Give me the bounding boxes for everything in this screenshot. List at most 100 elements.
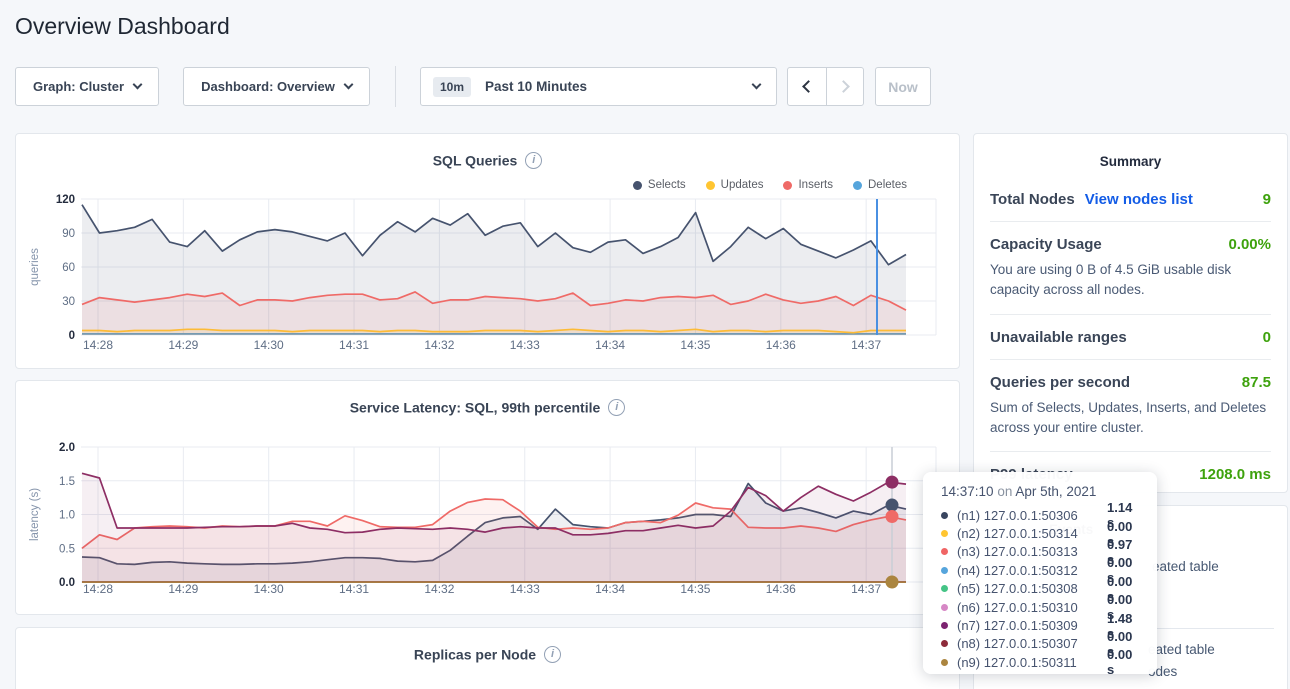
summary-stat-total-nodes: Total Nodes View nodes list 9: [990, 177, 1271, 221]
time-pager: [787, 67, 864, 106]
sql-queries-chart[interactable]: 030609012014:2814:2914:3014:3114:3214:33…: [16, 134, 959, 368]
svg-text:14:30: 14:30: [254, 338, 284, 352]
next-time-button-disabled[interactable]: [826, 68, 864, 105]
svg-text:14:33: 14:33: [510, 582, 540, 596]
info-icon[interactable]: [544, 646, 561, 663]
svg-text:1.5: 1.5: [59, 476, 75, 488]
node-color-dot: [941, 622, 948, 629]
info-icon[interactable]: [608, 399, 625, 416]
chevron-down-icon: [752, 80, 762, 90]
chevron-down-icon: [133, 80, 143, 90]
svg-text:14:36: 14:36: [766, 582, 796, 596]
node-color-dot: [941, 530, 948, 537]
chart-title-sql-queries: SQL Queries: [16, 151, 959, 169]
chart-title-service-latency: Service Latency: SQL, 99th percentile: [16, 398, 959, 416]
svg-text:14:28: 14:28: [83, 338, 113, 352]
svg-text:14:29: 14:29: [168, 338, 198, 352]
stat-description: Sum of Selects, Updates, Inserts, and De…: [990, 398, 1276, 439]
legend-item-updates[interactable]: Updates: [706, 179, 764, 191]
stat-value: 0.00%: [1228, 236, 1271, 253]
chart-hover-tooltip: 14:37:10 on Apr 5th, 2021 (n1) 127.0.0.1…: [923, 472, 1157, 674]
node-color-dot: [941, 567, 948, 574]
node-address: (n1) 127.0.0.1:50306: [957, 508, 1103, 523]
svg-text:14:34: 14:34: [595, 338, 625, 352]
sql-queries-chart-card: SQL Queries Selects Updates Inserts Deletes…: [15, 133, 960, 369]
svg-text:14:29: 14:29: [168, 582, 198, 596]
svg-text:14:37: 14:37: [851, 582, 881, 596]
stat-value: 9: [1263, 191, 1271, 208]
legend-item-selects[interactable]: Selects: [633, 179, 686, 191]
legend-dot: [853, 181, 862, 190]
dashboard-dropdown-label: Dashboard: Overview: [201, 79, 335, 94]
summary-stat-unavailable-ranges: Unavailable ranges0: [990, 314, 1271, 359]
legend-label: Updates: [721, 179, 764, 191]
svg-text:90: 90: [62, 228, 75, 240]
chart-title-replicas-per-node: Replicas per Node: [16, 645, 959, 663]
svg-text:0.0: 0.0: [59, 577, 75, 589]
svg-text:14:33: 14:33: [510, 338, 540, 352]
svg-text:14:36: 14:36: [766, 338, 796, 352]
stat-value: 1208.0 ms: [1199, 466, 1271, 483]
event-text-fragment: eated table: [1148, 642, 1215, 657]
service-latency-chart[interactable]: 0.00.51.01.52.014:2814:2914:3014:3114:32…: [16, 381, 959, 614]
legend-dot: [633, 181, 642, 190]
prev-time-button[interactable]: [788, 68, 826, 105]
stat-label: Unavailable ranges: [990, 329, 1127, 346]
svg-text:14:32: 14:32: [424, 338, 454, 352]
svg-text:30: 30: [62, 296, 75, 308]
svg-text:14:35: 14:35: [680, 338, 710, 352]
stat-value: 87.5: [1242, 374, 1271, 391]
node-address: (n6) 127.0.0.1:50310: [957, 600, 1103, 615]
stat-label: Total Nodes: [990, 191, 1075, 208]
legend-dot: [783, 181, 792, 190]
node-address: (n7) 127.0.0.1:50309: [957, 618, 1103, 633]
legend-label: Deletes: [868, 179, 907, 191]
node-address: (n9) 127.0.0.1:50311: [957, 655, 1103, 670]
view-nodes-list-link[interactable]: View nodes list: [1085, 191, 1193, 208]
legend-item-inserts[interactable]: Inserts: [783, 179, 833, 191]
service-latency-chart-card: Service Latency: SQL, 99th percentile 0.…: [15, 380, 960, 615]
toolbar-divider: [395, 66, 396, 107]
svg-text:0: 0: [69, 330, 75, 342]
page-title: Overview Dashboard: [15, 13, 230, 40]
tooltip-row: (n9) 127.0.0.1:503110.00 s: [941, 653, 1143, 671]
svg-text:0.5: 0.5: [59, 543, 75, 555]
svg-text:14:34: 14:34: [595, 582, 625, 596]
time-range-picker[interactable]: 10m Past 10 Minutes: [420, 67, 777, 106]
stat-label: Capacity Usage: [990, 236, 1102, 253]
node-address: (n4) 127.0.0.1:50312: [957, 563, 1103, 578]
node-address: (n5) 127.0.0.1:50308: [957, 581, 1103, 596]
legend-item-deletes[interactable]: Deletes: [853, 179, 907, 191]
svg-text:2.0: 2.0: [59, 442, 75, 454]
summary-title: Summary: [974, 154, 1287, 169]
event-text-fragment: eated table: [1152, 559, 1219, 574]
summary-card: Summary Total Nodes View nodes list 9 Capac…: [973, 133, 1288, 493]
chevron-right-icon: [837, 80, 850, 93]
replicas-per-node-chart-card: Replicas per Node: [15, 627, 960, 689]
stat-description: You are using 0 B of 4.5 GiB usable disk…: [990, 260, 1276, 301]
node-color-dot: [941, 659, 948, 666]
svg-text:14:37: 14:37: [851, 338, 881, 352]
summary-stat-capacity-usage: Capacity Usage0.00%You are using 0 B of …: [990, 221, 1271, 314]
time-range-label: Past 10 Minutes: [485, 79, 587, 94]
node-color-dot: [941, 604, 948, 611]
legend-dot: [706, 181, 715, 190]
dashboard-dropdown[interactable]: Dashboard: Overview: [183, 67, 370, 106]
summary-rows: Total Nodes View nodes list 9 Capacity Usag…: [974, 169, 1287, 493]
info-icon[interactable]: [525, 152, 542, 169]
svg-text:14:30: 14:30: [254, 582, 284, 596]
node-color-dot: [941, 548, 948, 555]
chart-legend: Selects Updates Inserts Deletes: [633, 179, 907, 191]
summary-stat-queries-per-second: Queries per second87.5Sum of Selects, Up…: [990, 359, 1271, 452]
node-address: (n2) 127.0.0.1:50314: [957, 526, 1103, 541]
graph-dropdown[interactable]: Graph: Cluster: [15, 67, 159, 106]
node-address: (n3) 127.0.0.1:50313: [957, 544, 1103, 559]
legend-label: Selects: [648, 179, 686, 191]
chevron-down-icon: [343, 80, 353, 90]
svg-text:queries: queries: [29, 248, 41, 286]
svg-text:1.0: 1.0: [59, 510, 75, 522]
legend-label: Inserts: [798, 179, 833, 191]
node-color-dot: [941, 585, 948, 592]
svg-text:14:31: 14:31: [339, 582, 369, 596]
now-button[interactable]: Now: [875, 67, 931, 106]
